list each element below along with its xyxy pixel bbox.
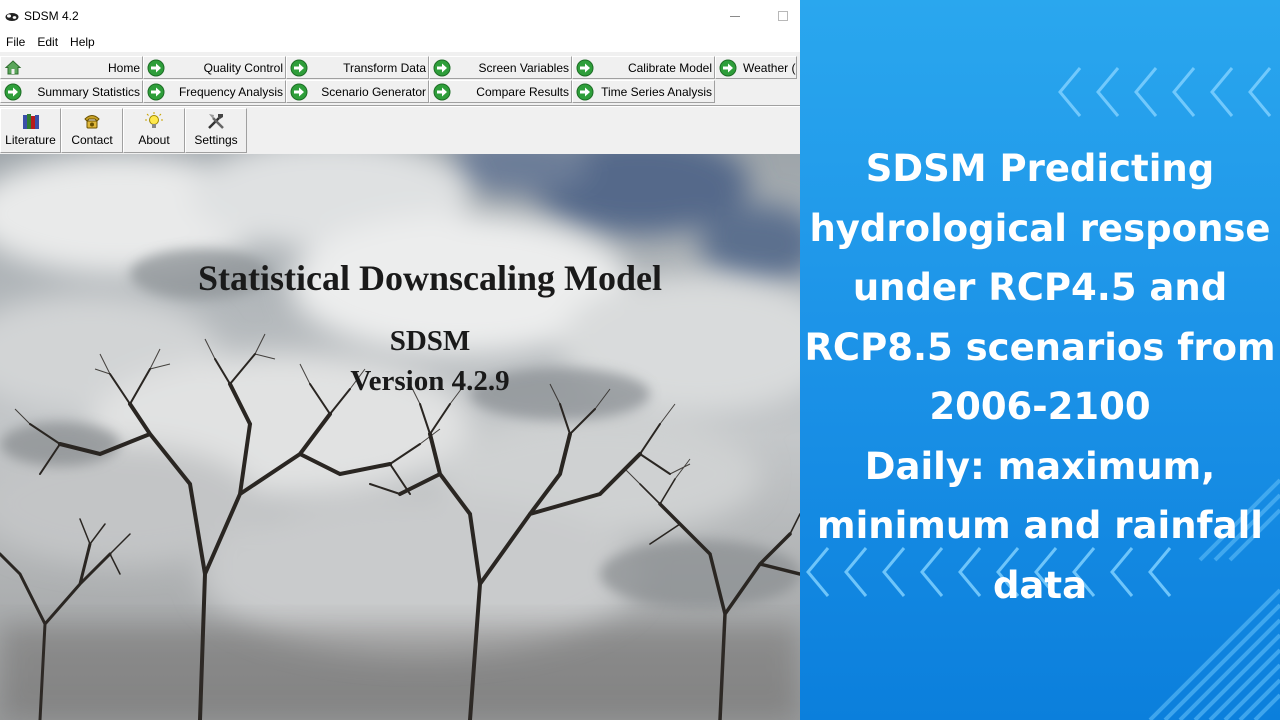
menu-bar: File Edit Help	[0, 32, 800, 52]
books-icon	[22, 114, 39, 129]
minimize-button[interactable]	[712, 0, 758, 32]
nav-quality-control-button[interactable]: Quality Control	[143, 56, 286, 79]
promo-line: data	[992, 563, 1088, 607]
contact-button[interactable]: Contact	[61, 108, 123, 153]
promo-panel: SDSM Predicting hydrological response un…	[800, 0, 1280, 720]
promo-line: under RCP4.5 and	[852, 266, 1228, 309]
splash-version: Version 4.2.9	[350, 365, 510, 397]
minimize-icon	[730, 15, 740, 17]
arrow-right-icon	[147, 59, 165, 77]
promo-headline: SDSM Predicting hydrological response un…	[800, 139, 1280, 615]
arrow-right-icon	[290, 59, 308, 77]
nav-calibrate-model-label: Calibrate Model	[627, 60, 712, 75]
navigation-toolbar: Home Quality Control Transform Data Scre…	[0, 55, 800, 105]
nav-transform-data-button[interactable]: Transform Data	[286, 56, 429, 79]
nav-row-2: Summary Statistics Frequency Analysis Sc…	[0, 80, 715, 104]
nav-transform-data-label: Transform Data	[343, 60, 426, 75]
title-bar: SDSM 4.2	[0, 0, 800, 32]
contact-label: Contact	[71, 133, 113, 147]
app-icon	[5, 13, 19, 21]
window-title: SDSM 4.2	[24, 9, 79, 23]
splash-screen: Statistical Downscaling Model SDSM Versi…	[0, 154, 800, 720]
arrow-right-icon	[576, 83, 594, 101]
nav-summary-statistics-button[interactable]: Summary Statistics	[0, 80, 143, 103]
literature-label: Literature	[5, 133, 56, 147]
phone-icon	[84, 115, 100, 129]
promo-line: SDSM Predicting	[865, 147, 1215, 190]
settings-button[interactable]: Settings	[185, 108, 247, 153]
arrow-right-icon	[4, 83, 22, 101]
maximize-button[interactable]	[760, 0, 800, 32]
arrow-right-icon	[576, 59, 594, 77]
tools-icon	[208, 114, 224, 129]
nav-compare-results-label: Compare Results	[476, 84, 569, 99]
nav-weather-generator-button[interactable]: Weather (	[715, 56, 797, 79]
arrow-right-icon	[719, 59, 737, 77]
nav-calibrate-model-button[interactable]: Calibrate Model	[572, 56, 715, 79]
nav-time-series-analysis-button[interactable]: Time Series Analysis	[572, 80, 715, 103]
nav-frequency-analysis-label: Frequency Analysis	[178, 84, 283, 99]
splash-title: Statistical Downscaling Model	[198, 258, 662, 298]
nav-compare-results-button[interactable]: Compare Results	[429, 80, 572, 103]
maximize-icon	[778, 11, 788, 21]
tool-toolbar: Literature Contact About Settings	[0, 108, 247, 154]
menu-edit[interactable]: Edit	[31, 35, 64, 49]
about-button[interactable]: About	[123, 108, 185, 153]
literature-button[interactable]: Literature	[0, 108, 61, 153]
arrow-right-icon	[433, 59, 451, 77]
menu-file[interactable]: File	[0, 35, 31, 49]
menu-help[interactable]: Help	[64, 35, 101, 49]
promo-line: 2006-2100	[929, 385, 1151, 428]
promo-line: hydrological response	[809, 206, 1271, 250]
nav-row-1: Home Quality Control Transform Data Scre…	[0, 56, 797, 80]
nav-screen-variables-button[interactable]: Screen Variables	[429, 56, 572, 79]
nav-time-series-analysis-label: Time Series Analysis	[601, 84, 712, 99]
nav-scenario-generator-label: Scenario Generator	[321, 84, 426, 99]
splash-app-name: SDSM	[389, 325, 471, 357]
promo-line: Daily: maximum,	[864, 444, 1216, 488]
settings-label: Settings	[194, 133, 238, 147]
nav-home-button[interactable]: Home	[0, 56, 143, 79]
lightbulb-icon	[145, 112, 163, 128]
sdsm-window: SDSM 4.2 File Edit Help Home Quality Con…	[0, 0, 800, 720]
promo-line: minimum and rainfall	[817, 504, 1263, 547]
toolbar-divider	[0, 105, 800, 107]
nav-frequency-analysis-button[interactable]: Frequency Analysis	[143, 80, 286, 103]
nav-home-label: Home	[107, 60, 140, 75]
home-icon	[4, 60, 22, 75]
splash-background-image	[0, 154, 800, 720]
arrow-right-icon	[290, 83, 308, 101]
nav-screen-variables-label: Screen Variables	[478, 60, 570, 75]
nav-summary-statistics-label: Summary Statistics	[37, 84, 140, 99]
arrow-right-icon	[433, 83, 451, 101]
promo-line: RCP8.5 scenarios from	[804, 325, 1276, 369]
nav-quality-control-label: Quality Control	[203, 60, 283, 75]
nav-scenario-generator-button[interactable]: Scenario Generator	[286, 80, 429, 103]
arrow-right-icon	[147, 83, 165, 101]
nav-weather-generator-label: Weather (	[743, 60, 796, 75]
about-label: About	[138, 133, 170, 147]
